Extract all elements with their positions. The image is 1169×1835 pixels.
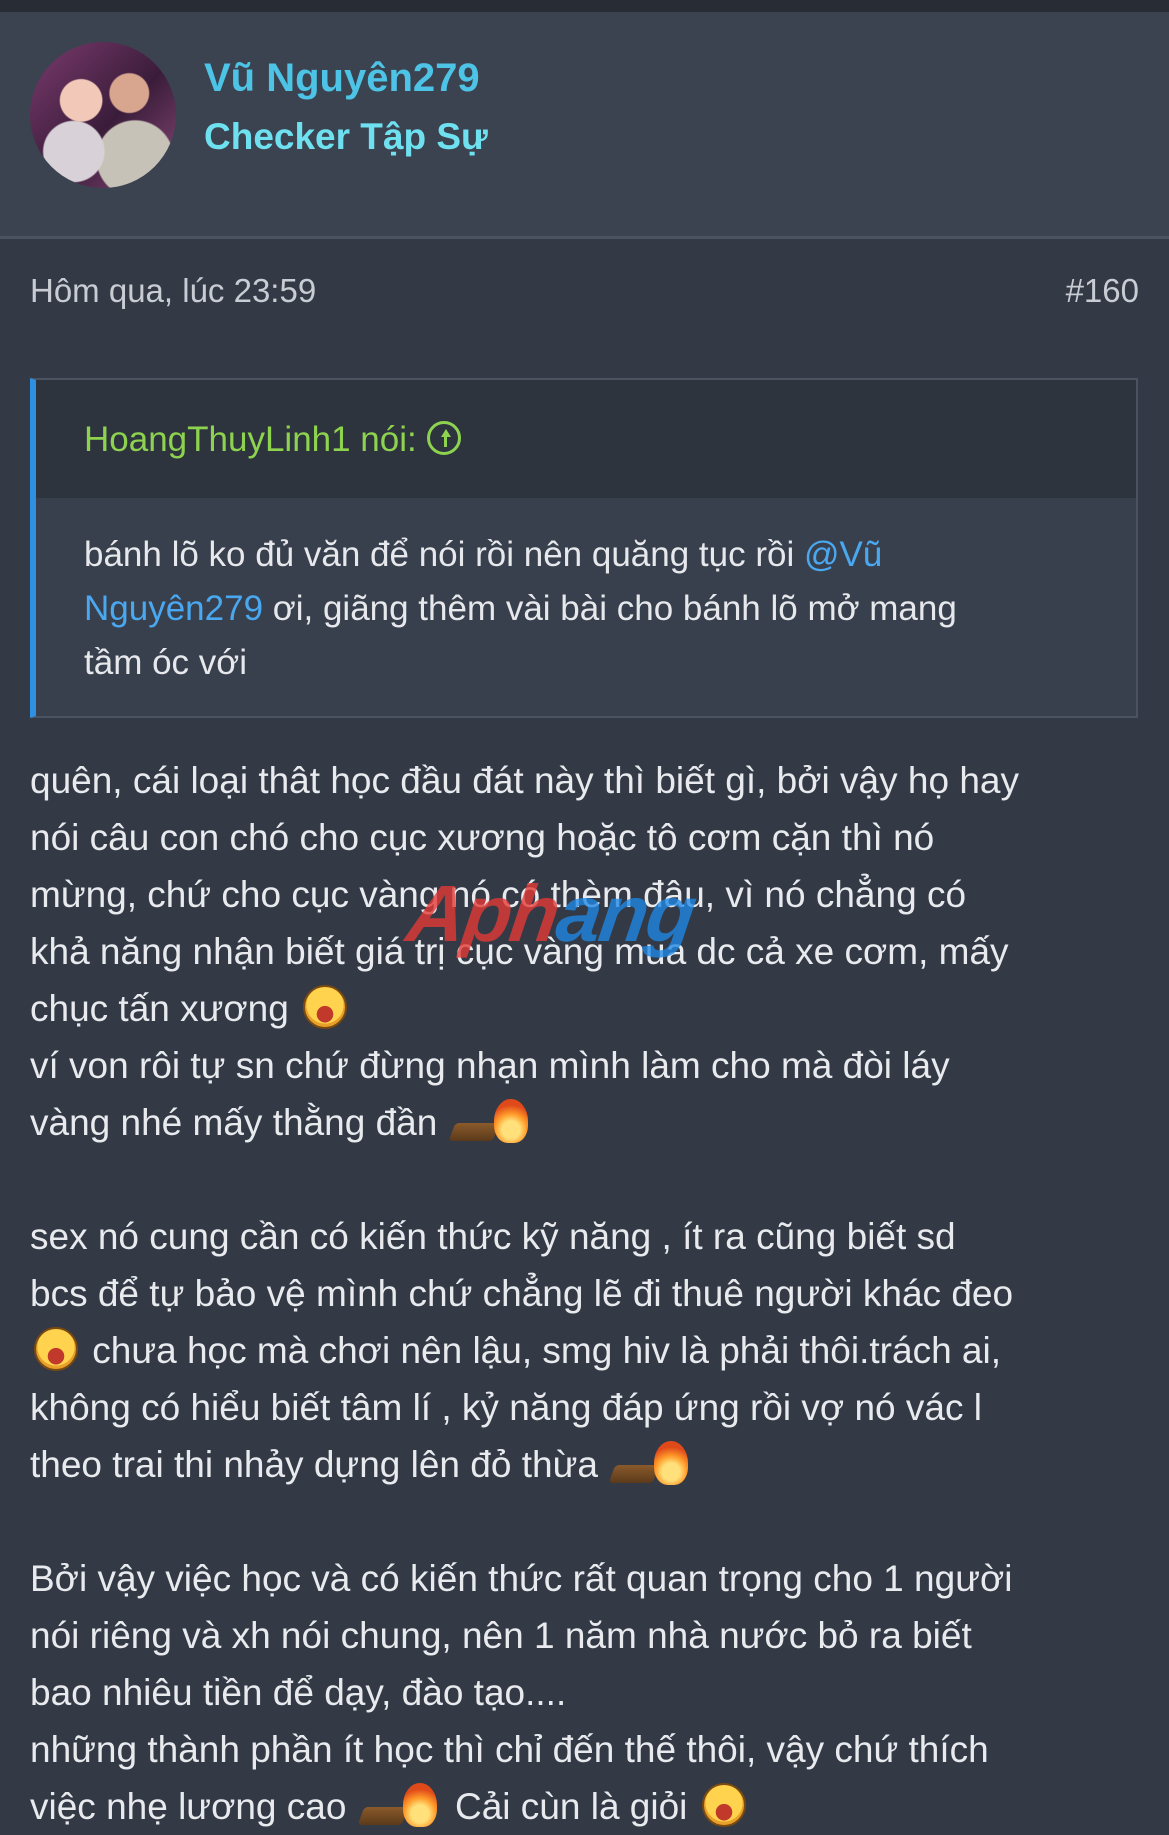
post-line: nói câu con chó cho cục xương hoặc tô cơ… <box>30 817 935 858</box>
post-line: những thành phần ít học thì chỉ đến thế … <box>30 1729 989 1770</box>
mention-link-cont[interactable]: Nguyên279 <box>84 589 263 628</box>
post-line-text: chục tấn xương <box>30 988 289 1029</box>
fire-emoji-icon <box>612 1439 692 1485</box>
post-number-link[interactable]: #160 <box>1066 272 1139 310</box>
post-line: sex nó cung cần có kiến thức kỹ năng , í… <box>30 1216 956 1257</box>
laugh-emoji-icon <box>701 1783 746 1827</box>
post-line-text: Cải cùn là giỏi <box>444 1786 688 1827</box>
watermark-text-blue: ang <box>551 869 701 958</box>
post-line: không có hiểu biết tâm lí , kỷ năng đáp … <box>30 1387 982 1428</box>
post-line: ví von rôi tự sn chứ đừng nhạn mình làm … <box>30 1045 950 1086</box>
post-line-text: vàng nhé mấy thằng đần <box>30 1102 438 1143</box>
post-line: nói riêng và xh nói chung, nên 1 năm nhà… <box>30 1615 972 1656</box>
aphang-watermark-logo: Aphang <box>402 868 701 960</box>
post-line-text: chưa học mà chơi nên lậu, smg hiv là phả… <box>82 1330 1002 1371</box>
quote-text-line3: tầm óc với <box>84 643 247 682</box>
post-date[interactable]: Hôm qua, lúc 23:59 <box>30 272 316 310</box>
laugh-emoji-icon <box>303 985 348 1029</box>
post-line: bao nhiêu tiền để dạy, đào tạo.... <box>30 1672 567 1713</box>
post-line-text: việc nhẹ lương cao <box>30 1786 347 1827</box>
quote-block: HoangThuyLinh1 nói: bánh lõ ko đủ văn để… <box>30 378 1138 718</box>
post-line: bcs để tự bảo vệ mình chứ chẳng lẽ đi th… <box>30 1273 1014 1314</box>
post-line: việc nhẹ lương cao Cải cùn là giỏi <box>30 1778 1145 1835</box>
quote-text-line1: bánh lõ ko đủ văn để nói rồi nên quăng t… <box>84 535 804 574</box>
top-bar <box>0 0 1169 12</box>
laugh-emoji-icon <box>34 1327 78 1371</box>
post-author-header: Vũ Nguyên279 Checker Tập Sự <box>0 12 1169 239</box>
post-line: Bởi vậy việc học và có kiến thức rất qua… <box>30 1558 1013 1599</box>
quote-header[interactable]: HoangThuyLinh1 nói: <box>36 380 1136 498</box>
quote-text: bánh lõ ko đủ văn để nói rồi nên quăng t… <box>36 498 1136 690</box>
post-line: vàng nhé mấy thằng đần <box>30 1094 1145 1151</box>
watermark-text-red: Aph <box>401 869 564 958</box>
post-line: theo trai thi nhảy dựng lên đỏ thừa <box>30 1436 1145 1493</box>
post-line: chục tấn xương <box>30 980 1145 1037</box>
avatar[interactable] <box>30 42 176 188</box>
fire-emoji-icon <box>361 1781 441 1827</box>
post-line: quên, cái loại thât học đầu đát này thì … <box>30 760 1019 801</box>
username-link[interactable]: Vũ Nguyên279 <box>204 56 480 101</box>
quote-text-line2: ơi, giãng thêm vài bài cho bánh lõ mở ma… <box>263 589 957 628</box>
quote-author[interactable]: HoangThuyLinh1 nói: <box>84 420 417 459</box>
user-title: Checker Tập Sự <box>204 116 488 157</box>
jump-to-quote-arrow-icon[interactable] <box>426 421 461 455</box>
fire-emoji-icon <box>452 1097 532 1143</box>
post-line: chưa học mà chơi nên lậu, smg hiv là phả… <box>30 1322 1145 1379</box>
mention-link[interactable]: @Vũ <box>804 535 882 574</box>
post-line-text: theo trai thi nhảy dựng lên đỏ thừa <box>30 1444 598 1485</box>
